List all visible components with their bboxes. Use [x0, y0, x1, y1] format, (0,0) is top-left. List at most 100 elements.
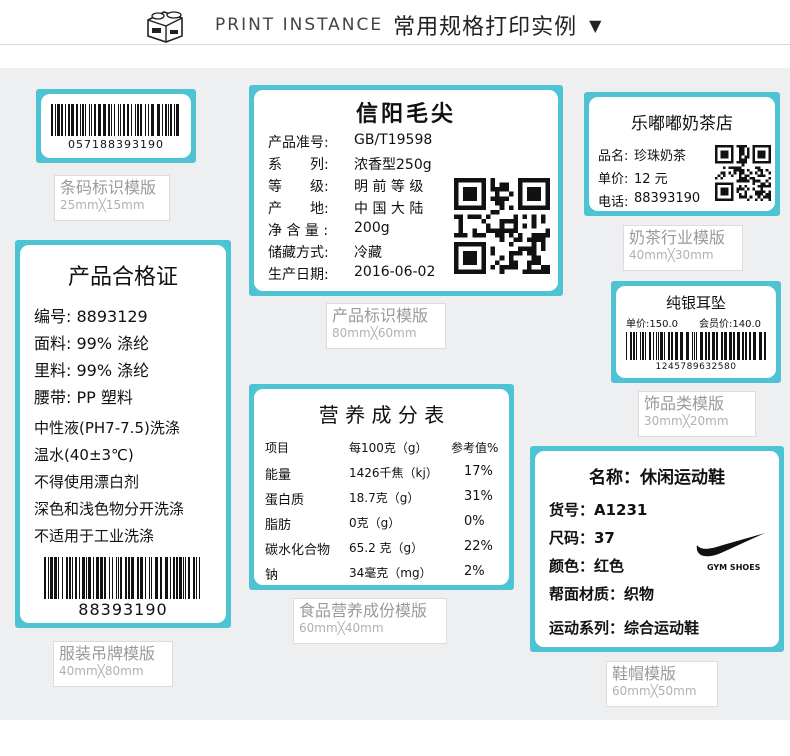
nutrition-cell: 34毫克（mg） [349, 566, 432, 580]
nutrition-cell: 2% [464, 564, 485, 579]
nutrition-cell: 能量 [265, 468, 292, 483]
milktea-row-value: 珍珠奶茶 [634, 149, 687, 164]
caption-size: 25mm╳15mm [60, 198, 145, 212]
garment-tag-label: 产品合格证 编号: 8893129 面料: 99% 涤纶 里料: 99% 涤纶 … [15, 240, 231, 628]
caption-name: 食品营养成份模版 [299, 601, 428, 620]
garment-barcode-image [44, 557, 200, 599]
product-row-key: 储藏方式: [268, 245, 329, 261]
product-row-key: 产品准号: [268, 135, 329, 151]
nutrition-cell: 18.7克（g） [349, 491, 420, 505]
product-row-key: 产 地: [268, 201, 329, 217]
garment-title: 产品合格证 [67, 265, 178, 290]
caption-name: 鞋帽模版 [612, 664, 677, 683]
garment-line: 面料: 99% 涤纶 [34, 334, 150, 353]
milktea-row-value: 12 元 [634, 172, 668, 187]
product-row-value: 冷藏 [354, 245, 382, 261]
product-row-value: 浓香型250g [354, 157, 432, 173]
garment-line: 里料: 99% 涤纶 [34, 361, 150, 380]
header-title: PRINT INSTANCE 常用规格打印实例 ▼ [215, 10, 601, 40]
milktea-row-value: 88393190 [634, 191, 701, 206]
milktea-qr-code-icon [715, 145, 771, 201]
printer-icon [147, 11, 183, 43]
caption-size: 40mm╳30mm [629, 248, 714, 262]
caption-size: 40mm╳80mm [59, 664, 144, 678]
swoosh-logo-icon [696, 533, 765, 557]
milktea-template-caption: 奶茶行业模版 40mm╳30mm [623, 225, 743, 271]
barcode-template-caption: 条码标识模版 25mm╳15mm [54, 175, 170, 221]
shoe-row: 货号：A1231 [549, 501, 648, 519]
nutrition-cell: 22% [464, 539, 493, 554]
garment-note: 不适用于工业洗涤 [34, 527, 155, 545]
nutrition-cell: 碳水化合物 [265, 543, 331, 558]
jewelry-barcode-image [626, 332, 766, 360]
nutrition-cell: 脂肪 [265, 518, 292, 533]
milktea-row-key: 单价: [598, 172, 629, 187]
header-divider [0, 44, 790, 45]
jewelry-unit-price: 单价:150.0 [626, 319, 678, 330]
header-title-en: PRINT INSTANCE [215, 15, 384, 35]
shoe-series: 运动系列：综合运动鞋 [549, 619, 700, 637]
caption-name: 服装吊牌模版 [59, 644, 156, 663]
garment-line: 腰带: PP 塑料 [34, 388, 133, 407]
nutrition-cell: 蛋白质 [265, 493, 305, 508]
milktea-row-key: 品名: [598, 149, 629, 164]
jewelry-template-caption: 饰品类模版 30mm╳20mm [638, 391, 756, 437]
product-template-label: 信阳毛尖 产品准号: GB/T19598 系 列: 浓香型250g 等 级: 明… [249, 85, 563, 296]
garment-note: 中性液(PH7-7.5)洗涤 [34, 419, 180, 437]
shoe-template-caption: 鞋帽模版 60mm╳50mm [606, 661, 718, 707]
caption-name: 饰品类模版 [644, 394, 725, 413]
header-title-zh: 常用规格打印实例 [393, 15, 578, 40]
milktea-shop-name: 乐嘟嘟奶茶店 [631, 114, 733, 134]
nutrition-cell: 65.2 克（g） [349, 541, 424, 555]
product-row-value: GB/T19598 [354, 132, 433, 148]
jewelry-title: 纯银耳坠 [665, 294, 726, 312]
nutrition-cell: 31% [464, 489, 493, 504]
chevron-down-icon[interactable]: ▼ [589, 16, 601, 35]
shoe-name: 名称：休闲运动鞋 [589, 468, 725, 488]
nutrition-template-label: 营 养 成 分 表 项目 每100克（g） 参考值% 能量 1426千焦（kj）… [249, 384, 514, 590]
caption-size: 60mm╳40mm [299, 621, 384, 635]
barcode-template-label: 057188393190 [36, 89, 196, 163]
garment-note: 不得使用漂白剂 [34, 473, 140, 491]
garment-template-caption: 服装吊牌模版 40mm╳80mm [53, 641, 173, 687]
product-row-value: 明 前 等 级 [354, 179, 424, 195]
caption-name: 产品标识模版 [332, 306, 429, 325]
product-row-key: 等 级: [268, 179, 329, 195]
nutrition-cell: 0% [464, 514, 485, 529]
product-row-key: 净 含 量 : [268, 223, 329, 239]
nutrition-template-caption: 食品营养成份模版 60mm╳40mm [293, 598, 447, 644]
shoe-row: 颜色：红色 [549, 557, 625, 575]
nutrition-header: 每100克（g） [349, 441, 428, 455]
nutrition-cell: 钠 [265, 568, 279, 583]
garment-barcode-number: 88393190 [78, 600, 168, 619]
milktea-template-label: 乐嘟嘟奶茶店 品名: 珍珠奶茶 单价: 12 元 电话: 88393190 [584, 92, 780, 216]
product-row-value: 2016-06-02 [354, 264, 436, 280]
shoe-row: 帮面材质：织物 [549, 585, 655, 603]
garment-note: 温水(40±3℃) [34, 446, 134, 464]
barcode-image [51, 104, 179, 136]
jewelry-member-price: 会员价:140.0 [699, 319, 761, 330]
product-template-caption: 产品标识模版 80mm╳60mm [326, 303, 446, 349]
caption-size: 60mm╳50mm [612, 684, 697, 698]
nutrition-cell: 0克（g） [349, 516, 401, 530]
nutrition-title: 营 养 成 分 表 [318, 403, 445, 427]
milktea-row-key: 电话: [598, 195, 629, 210]
product-row-value: 中 国 大 陆 [354, 201, 424, 217]
product-row-key: 生产日期: [268, 267, 329, 283]
caption-name: 奶茶行业模版 [629, 228, 726, 247]
caption-name: 条码标识模版 [60, 178, 157, 197]
caption-size: 30mm╳20mm [644, 414, 729, 428]
nutrition-cell: 17% [464, 464, 493, 479]
nutrition-header: 参考值% [451, 441, 499, 455]
product-row-key: 系 列: [268, 157, 329, 173]
garment-note: 深色和浅色物分开洗涤 [34, 500, 185, 518]
shoe-template-label: 名称：休闲运动鞋 货号：A1231 尺码：37 颜色：红色 帮面材质：织物 运动… [530, 446, 784, 652]
jewelry-barcode-number: 1245789632580 [655, 362, 737, 372]
nutrition-header: 项目 [265, 441, 290, 455]
jewelry-template-label: 纯银耳坠 单价:150.0 会员价:140.0 1245789632580 [611, 281, 781, 383]
page-header: PRINT INSTANCE 常用规格打印实例 ▼ [0, 0, 790, 52]
garment-line: 编号: 8893129 [34, 307, 148, 326]
caption-size: 80mm╳60mm [332, 326, 417, 340]
shoe-row: 尺码：37 [549, 529, 615, 547]
product-row-value: 200g [354, 220, 390, 236]
